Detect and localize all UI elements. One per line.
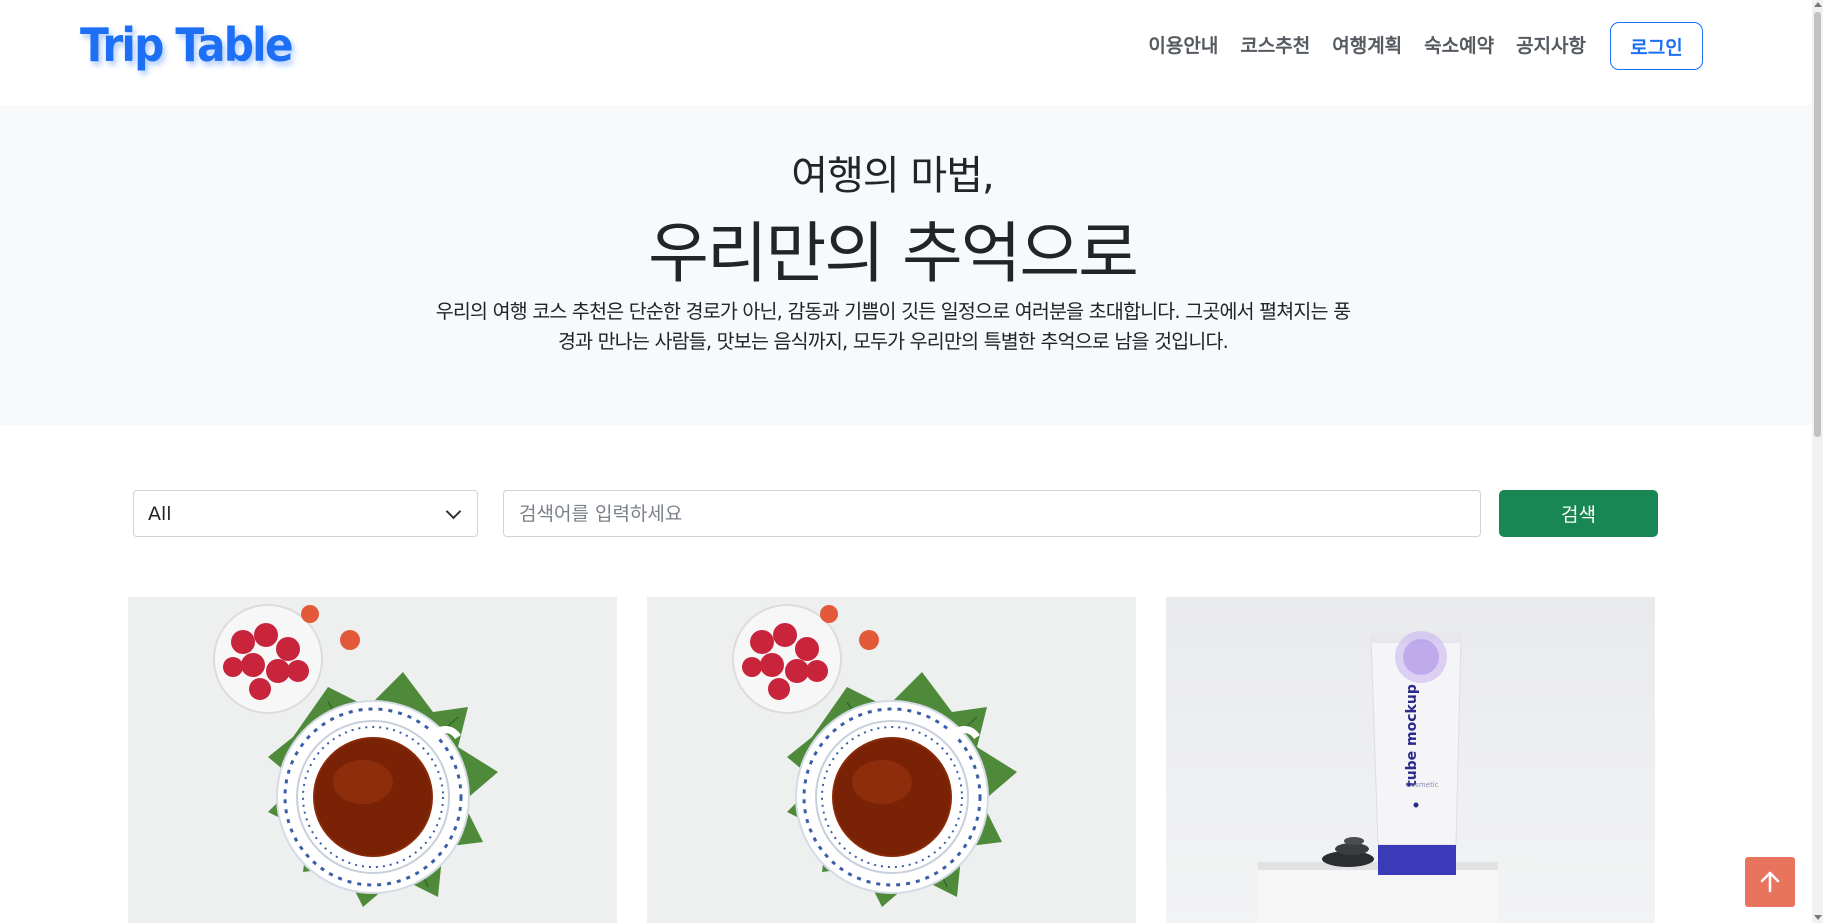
course-card[interactable]: tube mockup Cosmetic — [1166, 597, 1655, 923]
tube-mockup-image: tube mockup Cosmetic — [1166, 597, 1655, 923]
scroll-down-arrow-icon[interactable] — [1814, 915, 1822, 920]
back-to-top-button[interactable] — [1745, 857, 1795, 907]
tube-mockup-label: tube mockup — [1404, 684, 1420, 787]
category-select[interactable]: All — [133, 490, 478, 537]
hero-title: 우리만의 추억으로 — [648, 215, 1139, 292]
search-input[interactable] — [503, 490, 1481, 537]
main-nav: 이용안내 코스추천 여행계획 숙소예약 공지사항 로그인 — [1148, 22, 1703, 70]
scroll-thumb[interactable] — [1814, 12, 1821, 437]
hero-subtitle: 여행의 마법, — [791, 153, 994, 199]
scroll-up-arrow-icon[interactable] — [1814, 2, 1822, 7]
hero-section: 여행의 마법, 우리만의 추억으로 우리의 여행 코스 추천은 단순한 경로가 … — [0, 105, 1812, 425]
nav-item-lodging[interactable]: 숙소예약 — [1424, 22, 1494, 70]
nav-item-plan[interactable]: 여행계획 — [1332, 22, 1402, 70]
arrow-up-icon — [1760, 871, 1780, 893]
nav-item-course[interactable]: 코스추천 — [1240, 22, 1310, 70]
search-button[interactable]: 검색 — [1499, 490, 1658, 537]
course-card[interactable] — [647, 597, 1136, 923]
site-logo[interactable]: Trip Table — [80, 18, 294, 72]
hero-description: 우리의 여행 코스 추천은 단순한 경로가 아닌, 감동과 기쁨이 깃든 일정으… — [435, 300, 1351, 353]
nav-item-guide[interactable]: 이용안내 — [1148, 22, 1218, 70]
course-card[interactable] — [128, 597, 617, 923]
tea-cup-image — [647, 597, 1136, 923]
page-scrollbar[interactable] — [1812, 0, 1823, 923]
tube-cosmetic-label: Cosmetic — [1406, 781, 1439, 789]
tea-cup-image — [128, 597, 617, 923]
nav-item-notice[interactable]: 공지사항 — [1516, 22, 1586, 70]
site-header: Trip Table 이용안내 코스추천 여행계획 숙소예약 공지사항 로그인 — [0, 0, 1823, 105]
category-select-value: All — [148, 502, 172, 525]
login-button[interactable]: 로그인 — [1610, 22, 1703, 70]
chevron-down-icon — [445, 503, 462, 520]
